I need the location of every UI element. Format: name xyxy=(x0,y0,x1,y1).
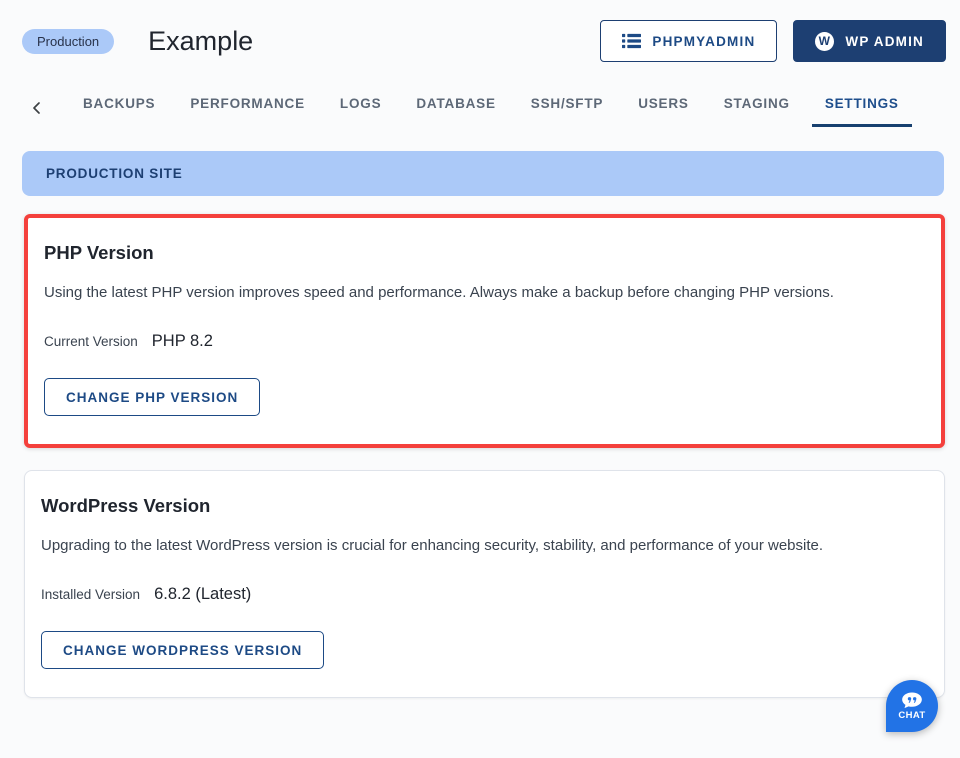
header-actions: PHPMYADMIN W WP ADMIN xyxy=(600,20,946,62)
environment-badge: Production xyxy=(22,29,114,54)
wordpress-icon: W xyxy=(815,32,834,51)
tab-ssh-sftp[interactable]: SSH/SFTP xyxy=(518,86,616,127)
php-version-value: PHP 8.2 xyxy=(152,332,213,351)
site-identity: Production Example xyxy=(22,26,253,57)
php-current-version-row: Current Version PHP 8.2 xyxy=(44,332,925,351)
production-site-banner: PRODUCTION SITE xyxy=(22,151,944,196)
site-header: Production Example PHPMYADMIN W WP ADMIN xyxy=(0,0,960,62)
wordpress-version-card: WordPress Version Upgrading to the lates… xyxy=(24,470,945,698)
wordpress-card-title: WordPress Version xyxy=(41,495,928,517)
php-version-label: Current Version xyxy=(44,334,138,349)
tab-backups[interactable]: BACKUPS xyxy=(70,86,168,127)
chat-launcher-button[interactable]: CHAT xyxy=(886,680,938,732)
wp-admin-button[interactable]: W WP ADMIN xyxy=(793,20,946,62)
tab-logs[interactable]: LOGS xyxy=(327,86,394,127)
tab-bar: BACKUPSPERFORMANCELOGSDATABASESSH/SFTPUS… xyxy=(30,86,960,127)
tab-bar-items: BACKUPSPERFORMANCELOGSDATABASESSH/SFTPUS… xyxy=(70,86,921,127)
phpmyadmin-button[interactable]: PHPMYADMIN xyxy=(600,20,777,62)
change-php-version-button[interactable]: CHANGE PHP VERSION xyxy=(44,378,260,416)
phpmyadmin-button-label: PHPMYADMIN xyxy=(652,34,755,49)
wordpress-card-description: Upgrading to the latest WordPress versio… xyxy=(41,534,889,558)
wordpress-installed-version-row: Installed Version 6.8.2 (Latest) xyxy=(41,585,928,604)
change-wordpress-version-button[interactable]: CHANGE WORDPRESS VERSION xyxy=(41,631,324,669)
tab-settings[interactable]: SETTINGS xyxy=(812,86,912,127)
chevron-left-icon[interactable] xyxy=(30,101,44,115)
wp-admin-button-label: WP ADMIN xyxy=(845,34,924,49)
database-server-icon xyxy=(622,33,641,49)
wordpress-version-label: Installed Version xyxy=(41,587,140,602)
wordpress-version-value: 6.8.2 (Latest) xyxy=(154,585,251,604)
tab-users[interactable]: USERS xyxy=(625,86,702,127)
php-card-title: PHP Version xyxy=(44,242,925,264)
tab-staging[interactable]: STAGING xyxy=(711,86,803,127)
php-version-card: PHP Version Using the latest PHP version… xyxy=(24,214,945,448)
tab-database[interactable]: DATABASE xyxy=(403,86,508,127)
tab-performance[interactable]: PERFORMANCE xyxy=(177,86,318,127)
php-card-description: Using the latest PHP version improves sp… xyxy=(44,281,892,305)
chat-label: CHAT xyxy=(898,710,925,721)
page-title: Example xyxy=(148,26,253,57)
chat-bubble-icon xyxy=(901,692,923,709)
